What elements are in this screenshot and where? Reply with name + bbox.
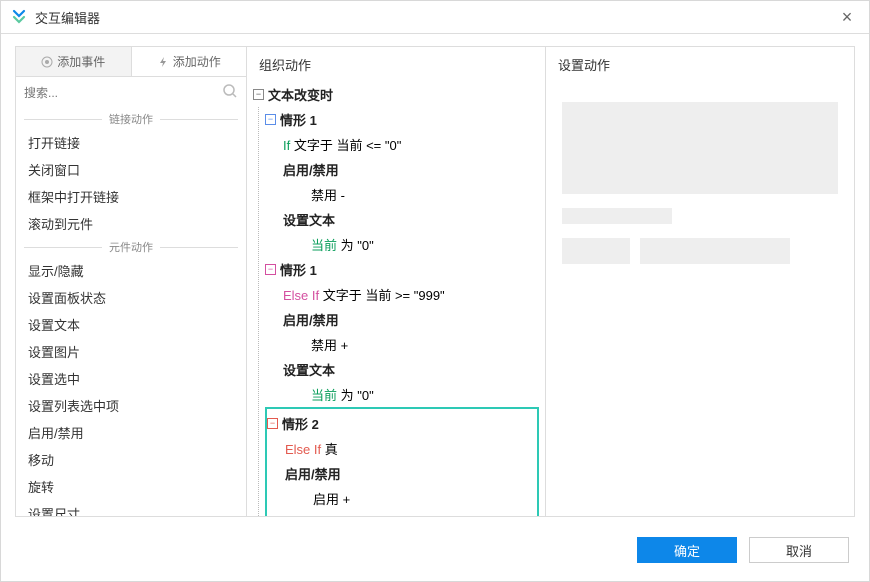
tree-event[interactable]: − 文本改变时 xyxy=(253,82,539,107)
tree-action[interactable]: 启用/禁用 xyxy=(267,461,537,486)
collapse-icon[interactable]: − xyxy=(265,114,276,125)
tree-condition[interactable]: If 文字于 当前 <= "0" xyxy=(265,132,539,157)
titlebar: 交互编辑器 × xyxy=(1,1,869,33)
tree-action-value[interactable]: 禁用 + xyxy=(265,332,539,357)
placeholder-small xyxy=(640,238,790,264)
collapse-icon[interactable]: − xyxy=(265,264,276,275)
action-list-item[interactable]: 打开链接 xyxy=(16,129,246,156)
action-list-item[interactable]: 启用/禁用 xyxy=(16,419,246,446)
action-tree: − 文本改变时 − 情形 1 If 文字于 当前 <= "0" 启用/禁用 禁用… xyxy=(247,82,545,517)
tree-action[interactable]: 设置文本 xyxy=(265,357,539,382)
action-list-item[interactable]: 设置尺寸 xyxy=(16,500,246,516)
section-header: 链接动作 xyxy=(16,111,246,127)
action-list-item[interactable]: 滚动到元件 xyxy=(16,210,246,237)
close-button[interactable]: × xyxy=(835,7,859,28)
placeholder-line xyxy=(562,208,672,224)
action-list-item[interactable]: 旋转 xyxy=(16,473,246,500)
actions-panel: 添加事件 添加动作 链接动作打开链接关闭窗口框架中打开链接滚动到元件元件动作显示… xyxy=(15,46,247,517)
action-list-item[interactable]: 显示/隐藏 xyxy=(16,257,246,284)
action-list-item[interactable]: 设置面板状态 xyxy=(16,284,246,311)
tab-add-action[interactable]: 添加动作 xyxy=(132,47,247,76)
tree-case-selected[interactable]: −情形 2 Else If 真 启用/禁用 启用 + 启用 - xyxy=(265,407,539,517)
tree-action[interactable]: 启用/禁用 xyxy=(265,307,539,332)
action-list-item[interactable]: 关闭窗口 xyxy=(16,156,246,183)
ok-button[interactable]: 确定 xyxy=(637,537,737,563)
collapse-icon[interactable]: − xyxy=(253,89,264,100)
placeholder-small xyxy=(562,238,630,264)
tree-case[interactable]: − 情形 1 xyxy=(265,257,539,282)
lightning-icon xyxy=(157,56,169,68)
tree-action-value[interactable]: 启用 - xyxy=(267,511,537,517)
configure-panel: 设置动作 xyxy=(545,46,855,517)
target-icon xyxy=(41,56,53,68)
search-input[interactable] xyxy=(24,86,222,100)
tree-condition[interactable]: Else If 文字于 当前 >= "999" xyxy=(265,282,539,307)
action-list-item[interactable]: 设置文本 xyxy=(16,311,246,338)
tree-action[interactable]: 设置文本 xyxy=(265,207,539,232)
placeholder-block xyxy=(562,102,838,194)
tree-case[interactable]: − 情形 1 xyxy=(265,107,539,132)
window-title: 交互编辑器 xyxy=(35,8,100,27)
action-list-item[interactable]: 设置列表选中项 xyxy=(16,392,246,419)
section-header: 元件动作 xyxy=(16,239,246,255)
action-list-item[interactable]: 框架中打开链接 xyxy=(16,183,246,210)
tab-add-event[interactable]: 添加事件 xyxy=(16,47,132,76)
search-icon xyxy=(222,83,238,104)
tree-action-value[interactable]: 当前 为 "0" xyxy=(265,232,539,257)
tree-action-value[interactable]: 当前 为 "0" xyxy=(265,382,539,407)
action-list-item[interactable]: 设置图片 xyxy=(16,338,246,365)
app-logo-icon xyxy=(11,9,27,25)
tree-action[interactable]: 启用/禁用 xyxy=(265,157,539,182)
collapse-icon[interactable]: − xyxy=(267,418,278,429)
organize-header: 组织动作 xyxy=(247,47,545,82)
tree-condition[interactable]: Else If 真 xyxy=(267,436,537,461)
tree-action-value[interactable]: 启用 + xyxy=(267,486,537,511)
cancel-button[interactable]: 取消 xyxy=(749,537,849,563)
tree-action-value[interactable]: 禁用 - xyxy=(265,182,539,207)
action-list-item[interactable]: 移动 xyxy=(16,446,246,473)
organize-panel: 组织动作 − 文本改变时 − 情形 1 If 文字于 当前 <= "0" 启用/… xyxy=(247,46,545,517)
configure-header: 设置动作 xyxy=(546,47,854,82)
action-list-item[interactable]: 设置选中 xyxy=(16,365,246,392)
